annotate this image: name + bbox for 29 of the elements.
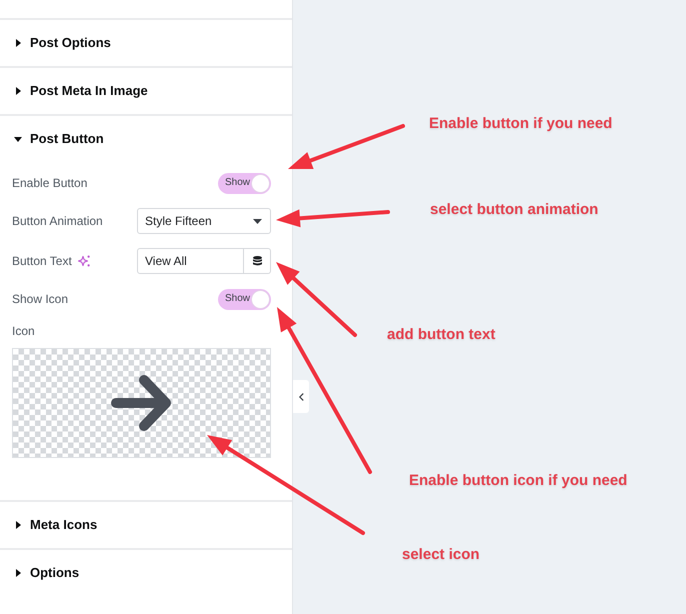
collapse-panel-button[interactable] xyxy=(293,380,309,413)
annotation-text: select button animation xyxy=(430,201,598,219)
text-input[interactable]: View All xyxy=(137,248,244,274)
section-header[interactable]: Meta Icons xyxy=(14,517,98,533)
toggle-switch[interactable]: Show xyxy=(218,172,271,194)
sparkle-icon xyxy=(78,255,90,267)
annotation-text: select icon xyxy=(402,546,480,564)
field-label: Button Text xyxy=(12,254,72,268)
toggle-switch[interactable]: Show xyxy=(218,288,271,310)
arrow-right-icon xyxy=(110,374,172,432)
chevron-left-icon xyxy=(298,392,304,400)
section-header[interactable]: Post Meta In Image xyxy=(14,83,148,99)
icon-preview[interactable] xyxy=(12,348,271,458)
field-label: Show Icon xyxy=(12,292,68,306)
toggle-knob xyxy=(251,174,270,192)
dynamic-tags-button[interactable] xyxy=(244,248,271,274)
select-field[interactable]: Style Fifteen xyxy=(137,208,271,234)
annotation-text: Enable button if you need xyxy=(429,115,612,133)
field-label: Icon xyxy=(12,324,35,339)
section-header[interactable]: Post Options xyxy=(14,35,111,51)
section-header[interactable]: Post Button xyxy=(14,131,104,147)
annotation-text: Enable button icon if you need xyxy=(409,472,628,490)
toggle-knob xyxy=(251,290,270,308)
field-label: Button Animation xyxy=(12,214,103,228)
annotation-text: add button text xyxy=(387,326,496,344)
database-icon xyxy=(252,256,262,266)
field-label: Enable Button xyxy=(12,176,88,190)
dropdown-caret-icon xyxy=(253,218,262,224)
section-header[interactable]: Options xyxy=(14,565,80,581)
